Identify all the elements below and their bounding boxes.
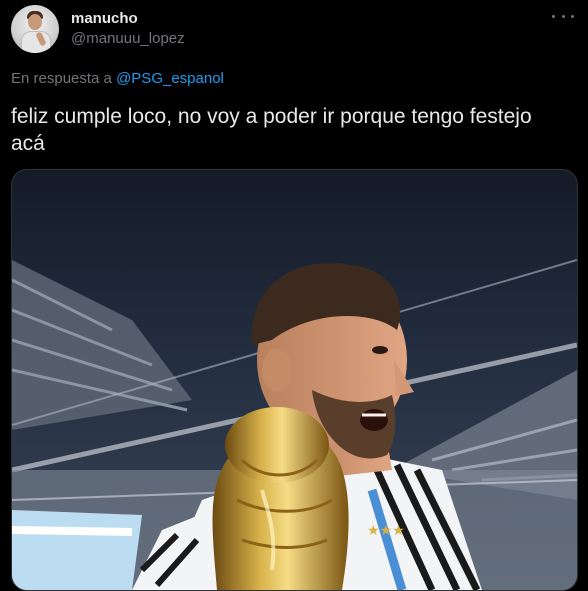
display-name[interactable]: manucho [71, 10, 138, 27]
reply-prefix: En respuesta a [11, 70, 112, 87]
user-handle[interactable]: @manuuu_lopez [71, 30, 185, 47]
tweet-media-image[interactable]: ★★★ [11, 169, 578, 591]
dot [561, 14, 565, 18]
reply-to-link[interactable]: @PSG_espanol [116, 70, 224, 87]
reply-context: En respuesta a @PSG_espanol [11, 70, 224, 87]
dot [571, 14, 574, 18]
more-options-icon[interactable] [552, 10, 574, 22]
dot [552, 14, 555, 18]
tweet-text: feliz cumple loco, no voy a poder ir por… [11, 105, 532, 155]
media-illustration: ★★★ [12, 170, 577, 590]
avatar[interactable] [11, 5, 59, 53]
avatar-face [28, 14, 42, 30]
svg-text:★★★: ★★★ [367, 523, 405, 539]
